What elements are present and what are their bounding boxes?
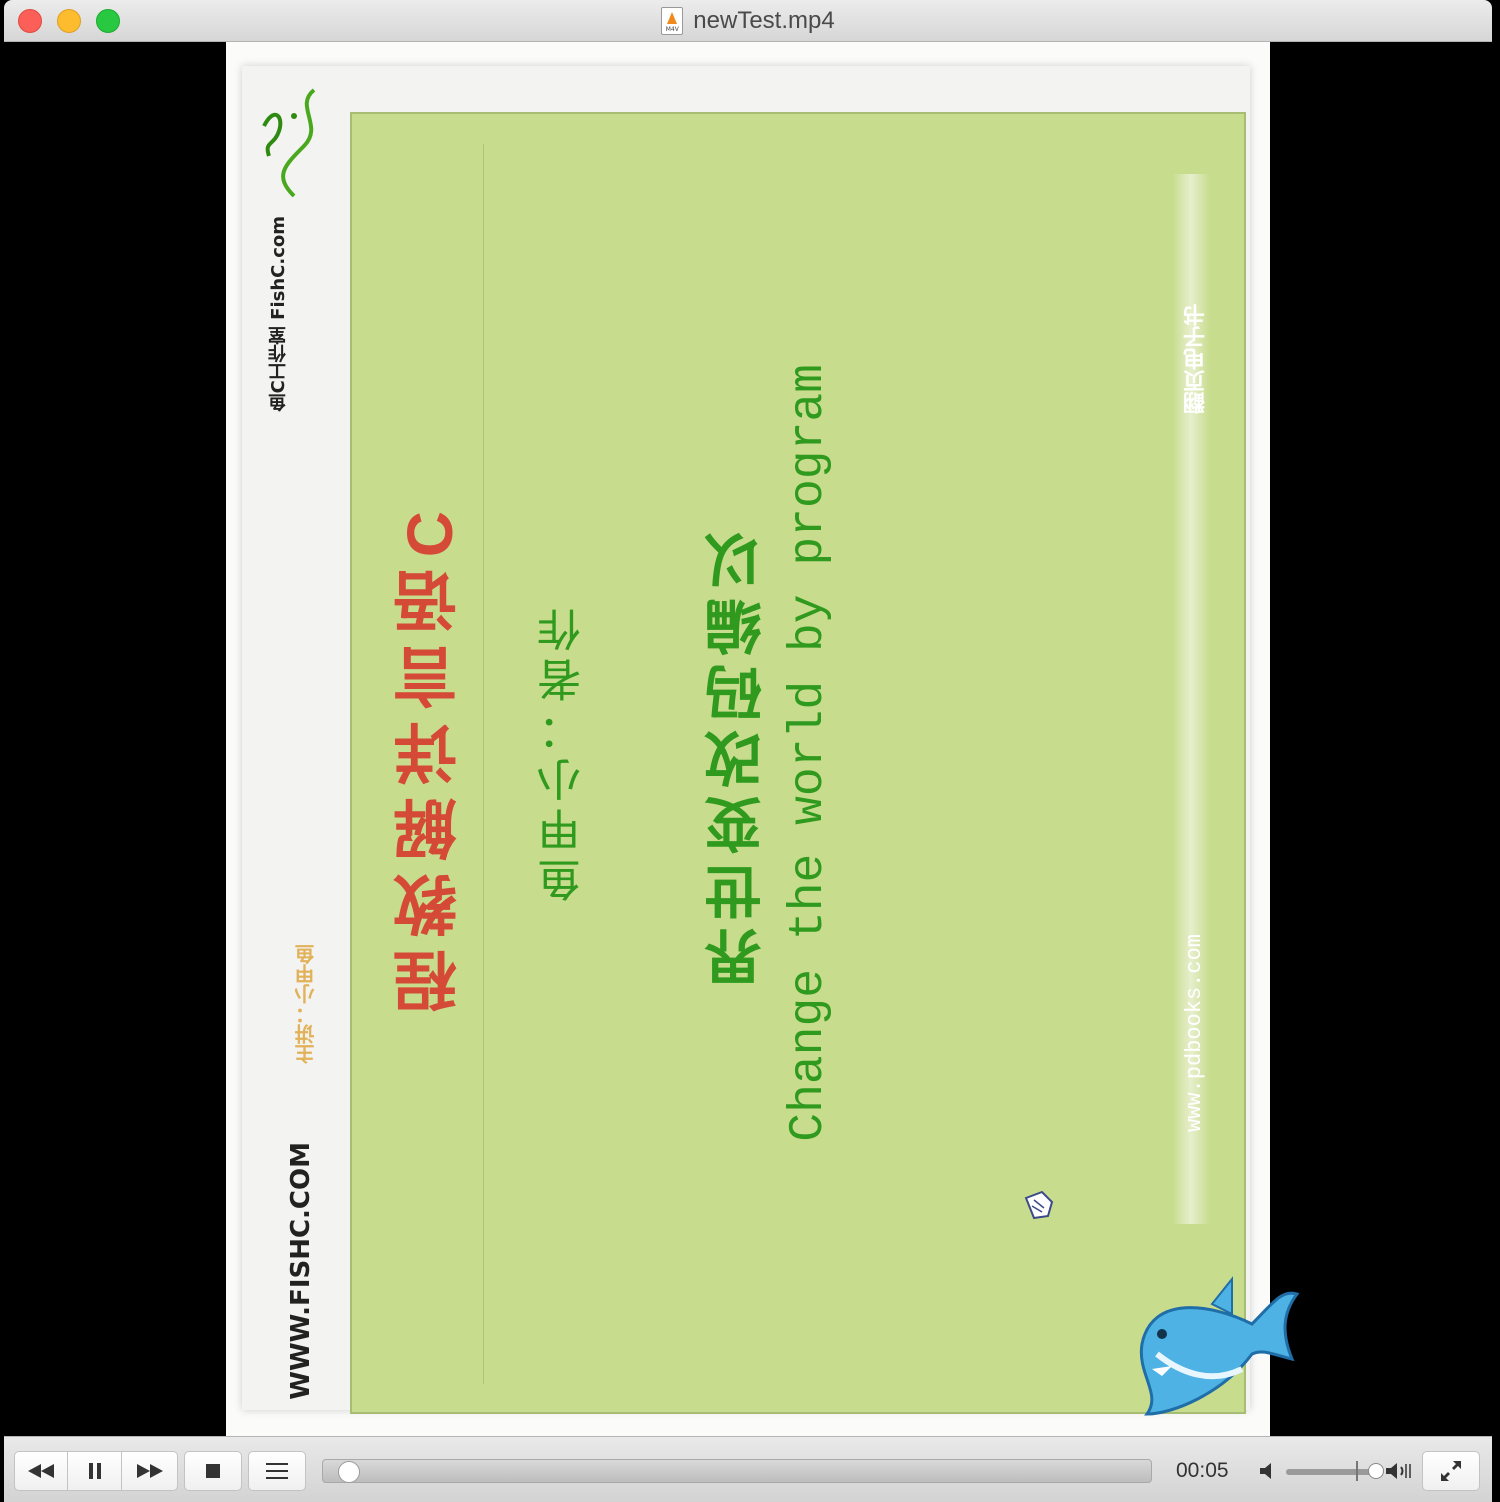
frame-margin: 鱼C工作室 FishC.com 主讲：小甲鱼 WWW.FISHC.COM (242, 66, 350, 1410)
pause-button[interactable] (68, 1451, 122, 1491)
controller-bar: 00:05 (4, 1436, 1492, 1502)
seek-bar[interactable] (322, 1459, 1152, 1483)
slide-panel: 翻页电子书 www.pdbooks.com Change the world b… (350, 112, 1300, 1416)
stop-icon (206, 1464, 220, 1478)
strip-title: 翻页电子书 (1183, 304, 1208, 414)
window-title: newTest.mp4 (693, 7, 835, 34)
course-title: 程教解详言语C (394, 499, 466, 1014)
volume-low-icon[interactable] (1260, 1461, 1276, 1481)
logo-caption: 鱼C工作室 FishC.com (268, 216, 289, 412)
m4v-file-icon: M4V (661, 7, 684, 35)
video-frame: 鱼C工作室 FishC.com 主讲：小甲鱼 WWW.FISHC.COM 翻页电… (242, 66, 1300, 1416)
fullscreen-button[interactable] (1422, 1451, 1480, 1491)
slogan-chinese: 界世变改码编以 (706, 524, 771, 986)
lecturer-caption: 主讲：小甲鱼 (296, 944, 318, 1064)
player-window: M4V newTest.mp4 鱼C工作室 FishC.com 主讲：小甲鱼 W… (4, 0, 1492, 1502)
fast-forward-icon (136, 1464, 163, 1478)
rewind-icon (28, 1464, 54, 1478)
video-surface[interactable]: 鱼C工作室 FishC.com 主讲：小甲鱼 WWW.FISHC.COM 翻页电… (226, 42, 1300, 1436)
seek-knob[interactable] (338, 1461, 361, 1483)
fast-forward-button[interactable] (122, 1451, 178, 1491)
playlist-button[interactable] (248, 1451, 306, 1491)
title-bar[interactable]: M4V newTest.mp4 (4, 0, 1492, 42)
file-type-tag: M4V (665, 26, 679, 33)
fishc-logo (262, 88, 316, 198)
volume-high-icon[interactable] (1386, 1461, 1412, 1481)
strip-url: www.pdbooks.com (1182, 934, 1207, 1133)
rewind-button[interactable] (14, 1451, 68, 1491)
author-line: 鱼甲小：者作 (539, 602, 588, 902)
hand-cursor-icon (1024, 1190, 1054, 1220)
time-display: 00:05 (1176, 1459, 1229, 1482)
shark-logo (1139, 1276, 1300, 1416)
pause-icon (88, 1463, 101, 1479)
volume-full-mark (1356, 1461, 1358, 1481)
stop-button[interactable] (184, 1451, 242, 1491)
title-group: M4V newTest.mp4 (4, 0, 1492, 42)
playlist-icon (266, 1463, 288, 1479)
slogan-english: Change the world by program (782, 364, 836, 1142)
fullscreen-icon (1441, 1461, 1461, 1481)
site-url: WWW.FISHC.COM (286, 1142, 316, 1400)
volume-fill (1286, 1469, 1377, 1475)
volume-knob[interactable] (1368, 1463, 1385, 1479)
vlc-cone-icon (667, 12, 678, 24)
panel-divider (483, 144, 484, 1384)
